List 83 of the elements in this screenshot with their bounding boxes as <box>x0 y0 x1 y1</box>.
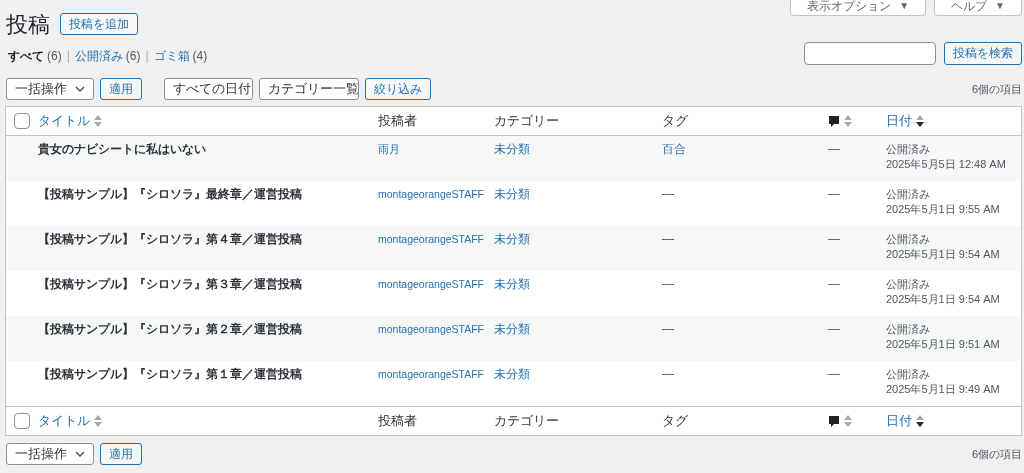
dropdown[interactable]: 一括操作 <box>6 78 94 100</box>
search-field[interactable] <box>804 41 936 65</box>
column-header: タグ <box>662 112 688 131</box>
author-link[interactable]: 雨月 <box>378 143 400 155</box>
dropdown[interactable]: カテゴリー一覧 <box>259 78 359 100</box>
column-sort-link[interactable]: 日付 <box>886 111 912 131</box>
category-link[interactable]: 未分類 <box>494 277 530 291</box>
status-filter-link[interactable]: ゴミ箱 <box>153 47 190 65</box>
column-sort-link[interactable]: 日付 <box>886 411 912 431</box>
post-date: 2025年5月1日 9:54 AM <box>886 247 1001 261</box>
category-link[interactable]: 未分類 <box>494 142 530 156</box>
post-status: 公開済み <box>886 277 931 291</box>
separator: | <box>66 48 70 65</box>
post-date: 2025年5月1日 9:55 AM <box>886 202 1001 216</box>
comment-count: — <box>828 367 840 381</box>
comment-icon <box>828 414 840 428</box>
apply-button[interactable]: 適用 <box>100 443 142 465</box>
post-status: 公開済み <box>886 142 931 156</box>
post-status: 公開済み <box>886 322 931 336</box>
post-date: 2025年5月5日 12:48 AM <box>886 157 1007 171</box>
apply-button[interactable]: 適用 <box>100 78 142 100</box>
category-link[interactable]: 未分類 <box>494 232 530 246</box>
post-title-link[interactable]: 【投稿サンプル】『シロソラ』第１章／運営投稿 <box>38 367 302 381</box>
comment-count: — <box>828 322 840 336</box>
post-date: 2025年5月1日 9:54 AM <box>886 292 1001 306</box>
column-header: カテゴリー <box>494 112 559 131</box>
post-status: 公開済み <box>886 232 931 246</box>
screen-options-tab[interactable]: 表示オプション ▼ <box>790 0 927 16</box>
comment-count: — <box>828 187 840 201</box>
item-count: 6個の項目 <box>971 446 1022 462</box>
caret-icon: ▼ <box>995 0 1005 12</box>
column-sort-link[interactable]: タイトル <box>38 111 90 131</box>
filter-button[interactable]: 絞り込み <box>365 78 431 100</box>
page-title: 投稿 <box>6 10 50 39</box>
comment-icon <box>828 114 840 128</box>
post-status: 公開済み <box>886 187 931 201</box>
item-count: 6個の項目 <box>971 81 1022 97</box>
post-title-link[interactable]: 貴女のナビシートに私はいない <box>38 142 206 156</box>
category-link[interactable]: 未分類 <box>494 187 530 201</box>
count-label: (4) <box>192 48 208 65</box>
status-filter-link[interactable]: すべて <box>8 47 44 65</box>
column-sort-link[interactable]: タイトル <box>38 411 90 431</box>
comment-count: — <box>828 142 840 156</box>
count-label: (6) <box>47 48 62 65</box>
post-date: 2025年5月1日 9:49 AM <box>886 382 1001 396</box>
post-title-link[interactable]: 【投稿サンプル】『シロソラ』第２章／運営投稿 <box>38 322 302 336</box>
count-label: (6) <box>125 48 141 65</box>
category-link[interactable]: 未分類 <box>494 322 530 336</box>
post-status: 公開済み <box>886 367 931 381</box>
column-header: 投稿者 <box>378 112 417 131</box>
tag-text: — <box>662 322 674 336</box>
post-title-link[interactable]: 【投稿サンプル】『シロソラ』第４章／運営投稿 <box>38 232 302 246</box>
dropdown[interactable]: すべての日付 <box>164 78 253 100</box>
category-link[interactable]: 未分類 <box>494 367 530 381</box>
status-filter-link[interactable]: 公開済み <box>74 47 123 65</box>
tag-text: — <box>662 187 674 201</box>
author-link[interactable]: montageorangeSTAFF <box>378 278 485 290</box>
chevron-down-icon <box>75 86 85 92</box>
tag-text: — <box>662 367 674 381</box>
column-header: タグ <box>662 412 688 431</box>
author-link[interactable]: montageorangeSTAFF <box>378 233 485 245</box>
checkbox[interactable] <box>14 113 30 129</box>
tag-text: — <box>662 277 674 291</box>
comment-count: — <box>828 277 840 291</box>
tag-link[interactable]: 百合 <box>662 142 686 156</box>
column-header: 投稿者 <box>378 412 417 431</box>
separator: | <box>145 48 149 65</box>
author-link[interactable]: montageorangeSTAFF <box>378 368 485 380</box>
tag-text: — <box>662 232 674 246</box>
post-title-link[interactable]: 【投稿サンプル】『シロソラ』第３章／運営投稿 <box>38 277 302 291</box>
chevron-down-icon <box>75 451 85 457</box>
dropdown[interactable]: 一括操作 <box>6 443 94 465</box>
post-date: 2025年5月1日 9:51 AM <box>886 337 1001 351</box>
post-title-link[interactable]: 【投稿サンプル】『シロソラ』最終章／運営投稿 <box>38 187 302 201</box>
checkbox[interactable] <box>14 413 30 429</box>
author-link[interactable]: montageorangeSTAFF <box>378 188 485 200</box>
caret-icon: ▼ <box>899 0 910 12</box>
add-new-button[interactable]: 投稿を追加 <box>60 13 138 35</box>
column-header: カテゴリー <box>494 412 559 431</box>
comment-count: — <box>828 232 840 246</box>
search-button[interactable]: 投稿を検索 <box>944 41 1022 65</box>
author-link[interactable]: montageorangeSTAFF <box>378 323 485 335</box>
screen-options-tab[interactable]: ヘルプ ▼ <box>934 0 1022 16</box>
